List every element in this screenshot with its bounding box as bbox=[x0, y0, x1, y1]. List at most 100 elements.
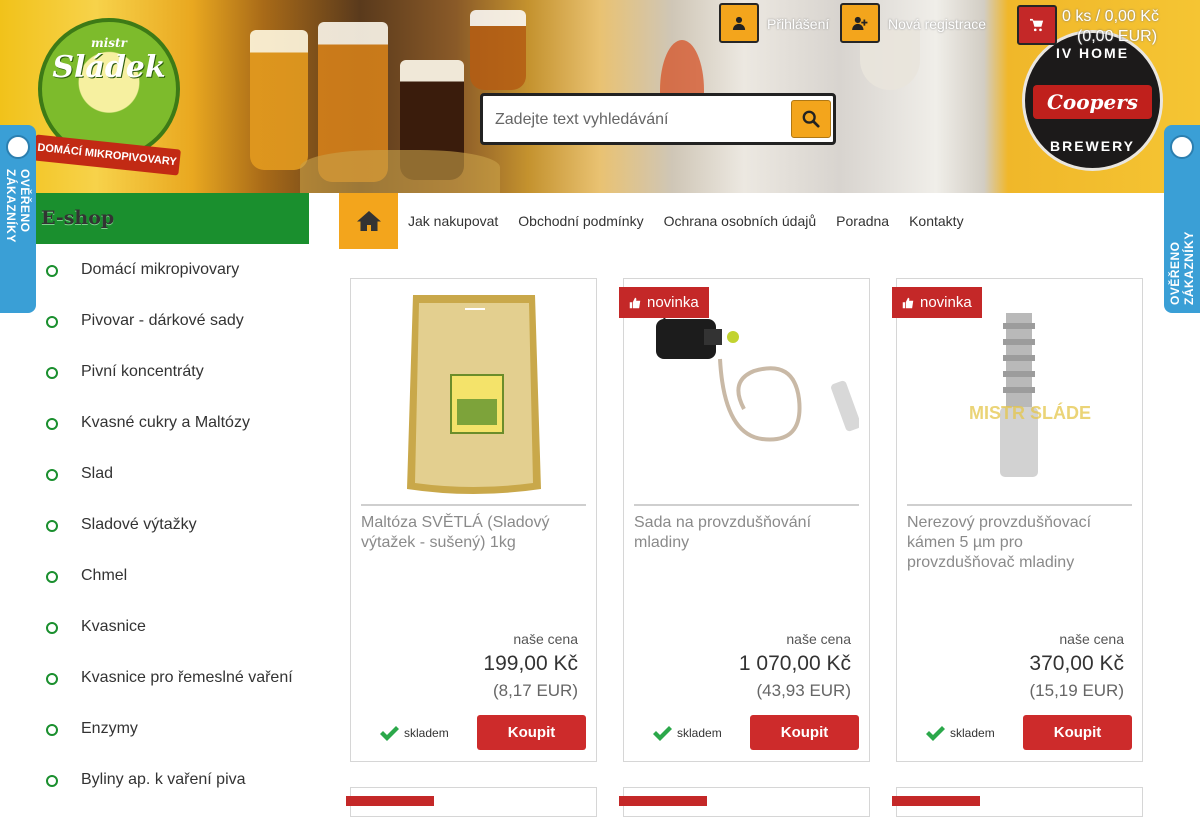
verified-customers-badge-right[interactable]: OVĚŘENO ZÁKAZNÍKY bbox=[1164, 125, 1200, 313]
coopers-ring-top: IV HOME bbox=[1055, 45, 1130, 61]
sidebar-item-label: Kvasnice bbox=[81, 618, 146, 635]
home-button[interactable] bbox=[339, 193, 398, 249]
product-price: 199,00 Kč bbox=[483, 652, 578, 675]
sidebar-item[interactable]: Chmel bbox=[36, 550, 309, 601]
product-card: MISTR SLÁDE novinka Nerezový provzdušňov… bbox=[892, 278, 1143, 762]
product-name[interactable]: Sada na provzdušňování mladiny bbox=[634, 513, 859, 553]
sidebar-item-label: Chmel bbox=[81, 567, 128, 584]
sidebar-item[interactable]: Byliny ap. k vaření piva bbox=[36, 754, 309, 805]
sidebar-item-label: Pivní koncentráty bbox=[81, 363, 204, 380]
heureka-seal-icon bbox=[1170, 135, 1194, 159]
check-icon bbox=[926, 726, 945, 741]
register-link[interactable]: Nová registrace bbox=[888, 16, 986, 32]
check-icon bbox=[380, 726, 399, 741]
bullet-icon bbox=[46, 622, 58, 634]
new-badge-partial bbox=[619, 796, 707, 806]
new-badge-partial bbox=[892, 796, 980, 806]
product-price: 1 070,00 Kč bbox=[738, 652, 851, 675]
nav-link-advice[interactable]: Poradna bbox=[836, 213, 889, 229]
sidebar-item[interactable]: Kvasnice pro řemeslné vaření bbox=[36, 652, 309, 703]
search-input[interactable] bbox=[495, 106, 785, 134]
nav-link-privacy[interactable]: Ochrana osobních údajů bbox=[664, 213, 817, 229]
sidebar-item[interactable]: Slad bbox=[36, 448, 309, 499]
new-badge: novinka bbox=[892, 287, 982, 318]
sidebar-item[interactable]: Kvasnice bbox=[36, 601, 309, 652]
login-button[interactable] bbox=[719, 3, 759, 43]
wheat-image bbox=[300, 150, 500, 193]
image-watermark: MISTR SLÁDE bbox=[969, 403, 1092, 423]
buy-button[interactable]: Koupit bbox=[1023, 715, 1132, 750]
product-image[interactable] bbox=[634, 289, 859, 504]
category-sidebar: E-shop Domácí mikropivovary Pivovar - dá… bbox=[36, 193, 309, 805]
product-price-eur: (15,19 EUR) bbox=[1029, 681, 1124, 700]
bullet-icon bbox=[46, 469, 58, 481]
product-card: novinka Sada na provzdušňování mladiny n… bbox=[619, 278, 870, 762]
cart-icon bbox=[1030, 18, 1044, 32]
cart-button[interactable] bbox=[1017, 5, 1057, 45]
bullet-icon bbox=[46, 367, 58, 379]
stock-label: skladem bbox=[404, 726, 449, 740]
divider bbox=[907, 504, 1132, 506]
bullet-icon bbox=[46, 520, 58, 532]
search-icon bbox=[802, 110, 820, 128]
new-badge: novinka bbox=[619, 287, 709, 318]
bullet-icon bbox=[46, 724, 58, 736]
coopers-wordmark: Coopers bbox=[1033, 85, 1152, 119]
sidebar-item[interactable]: Sladové výtažky bbox=[36, 499, 309, 550]
sidebar-item[interactable]: Pivní koncentráty bbox=[36, 346, 309, 397]
sidebar-item-label: Byliny ap. k vaření piva bbox=[81, 771, 246, 788]
nav-link-contacts[interactable]: Kontakty bbox=[909, 213, 963, 229]
sidebar-item[interactable]: Enzymy bbox=[36, 703, 309, 754]
product-image[interactable] bbox=[361, 289, 586, 504]
product-card: Maltóza SVĚTLÁ (Sladový výtažek - sušený… bbox=[350, 278, 597, 762]
login-link[interactable]: Přihlášení bbox=[767, 16, 829, 32]
verified-customers-badge-left[interactable]: OVĚŘENO ZÁKAZNÍKY bbox=[0, 125, 36, 313]
new-badge-partial bbox=[346, 796, 434, 806]
nav-link-terms[interactable]: Obchodní podmínky bbox=[518, 213, 643, 229]
sidebar-item[interactable]: Pivovar - dárkové sady bbox=[36, 295, 309, 346]
product-name[interactable]: Maltóza SVĚTLÁ (Sladový výtažek - sušený… bbox=[361, 513, 586, 553]
nav-link-how-to-buy[interactable]: Jak nakupovat bbox=[408, 213, 498, 229]
logo-coopers: IV HOME Coopers BREWERY bbox=[1022, 30, 1163, 171]
product-name[interactable]: Nerezový provzdušňovací kámen 5 µm pro p… bbox=[907, 513, 1132, 573]
new-badge-label: novinka bbox=[920, 294, 972, 311]
stock-status: skladem bbox=[652, 725, 722, 741]
header-banner: mistr Sládek DOMÁCÍ MIKROPIVOVARY IV HOM… bbox=[0, 0, 1200, 193]
coopers-ring-bottom: BREWERY bbox=[1049, 138, 1136, 154]
stock-label: skladem bbox=[677, 726, 722, 740]
stock-status: skladem bbox=[379, 725, 449, 741]
verified-badge-text: OVĚŘENO ZÁKAZNÍKY bbox=[1168, 231, 1196, 305]
product-price-eur: (8,17 EUR) bbox=[492, 681, 578, 700]
stock-status: skladem bbox=[925, 725, 995, 741]
price-label: naše cena bbox=[1059, 631, 1124, 647]
sidebar-item[interactable]: Domácí mikropivovary bbox=[36, 244, 309, 295]
logo-brand-main: Sládek bbox=[52, 50, 166, 85]
maltose-bag-image bbox=[407, 295, 541, 494]
bullet-icon bbox=[46, 775, 58, 787]
main-nav: Jak nakupovat Obchodní podmínky Ochrana … bbox=[339, 193, 974, 249]
product-card-partial bbox=[892, 787, 1143, 817]
cart-summary[interactable]: 0 ks / 0,00 Kč bbox=[1062, 8, 1159, 26]
sidebar-title: E-shop bbox=[36, 193, 309, 244]
bullet-icon bbox=[46, 316, 58, 328]
user-icon bbox=[732, 16, 746, 30]
new-badge-label: novinka bbox=[647, 294, 699, 311]
beer-glass-image bbox=[250, 30, 308, 170]
search-button[interactable] bbox=[791, 100, 831, 138]
buy-button[interactable]: Koupit bbox=[477, 715, 586, 750]
product-card-partial bbox=[619, 787, 870, 817]
home-icon bbox=[356, 211, 381, 231]
cart-summary-eur: (0,00 EUR) bbox=[1077, 28, 1158, 45]
register-button[interactable] bbox=[840, 3, 880, 43]
logo-brand-top: mistr bbox=[91, 36, 127, 50]
sidebar-item[interactable]: Kvasné cukry a Maltózy bbox=[36, 397, 309, 448]
thumbs-up-icon bbox=[902, 297, 914, 308]
divider bbox=[634, 504, 859, 506]
bullet-icon bbox=[46, 265, 58, 277]
price-label: naše cena bbox=[513, 631, 578, 647]
product-image[interactable]: MISTR SLÁDE bbox=[907, 289, 1132, 504]
sidebar-item-label: Sladové výtažky bbox=[81, 516, 197, 533]
price-label: naše cena bbox=[786, 631, 851, 647]
divider bbox=[361, 504, 586, 506]
buy-button[interactable]: Koupit bbox=[750, 715, 859, 750]
